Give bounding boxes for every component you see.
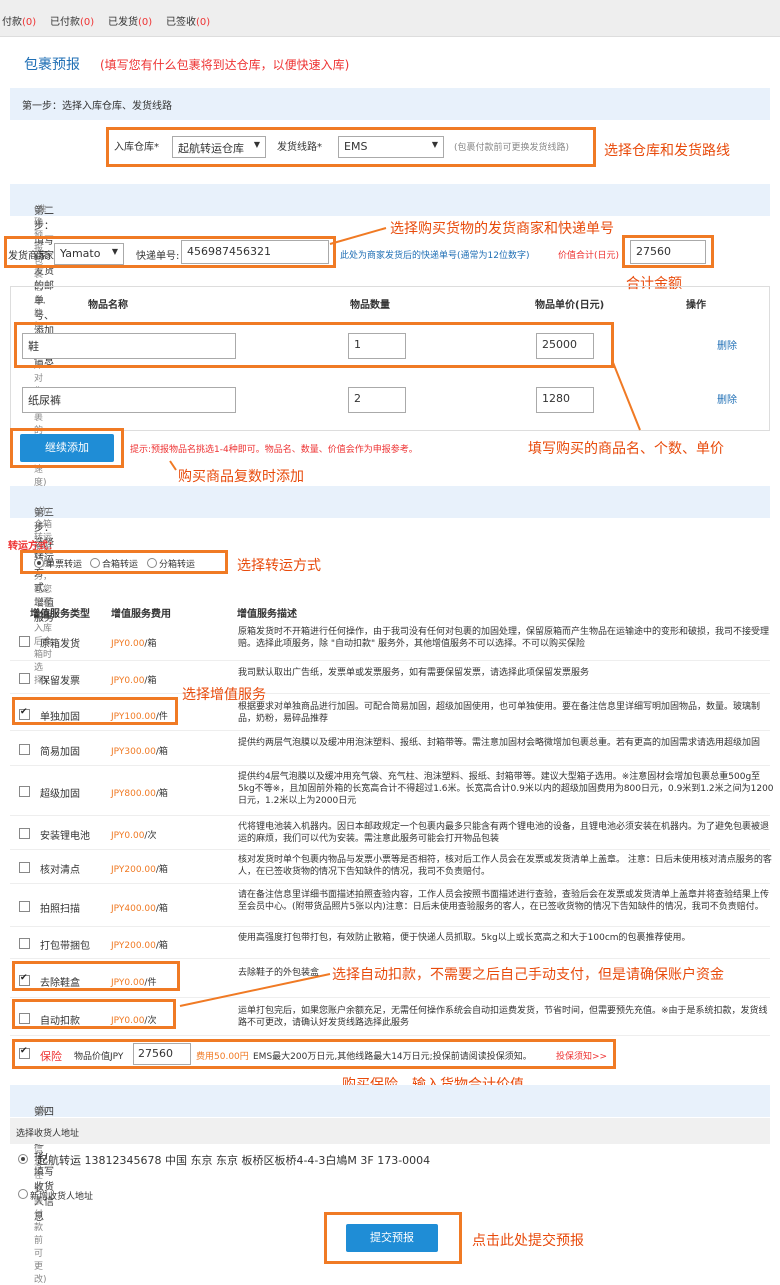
arrow-add xyxy=(169,460,177,471)
annotation-arrows xyxy=(169,227,641,1007)
arrow-auto xyxy=(179,973,331,1007)
arrow-merchant xyxy=(329,227,387,245)
arrow-items xyxy=(611,359,641,431)
